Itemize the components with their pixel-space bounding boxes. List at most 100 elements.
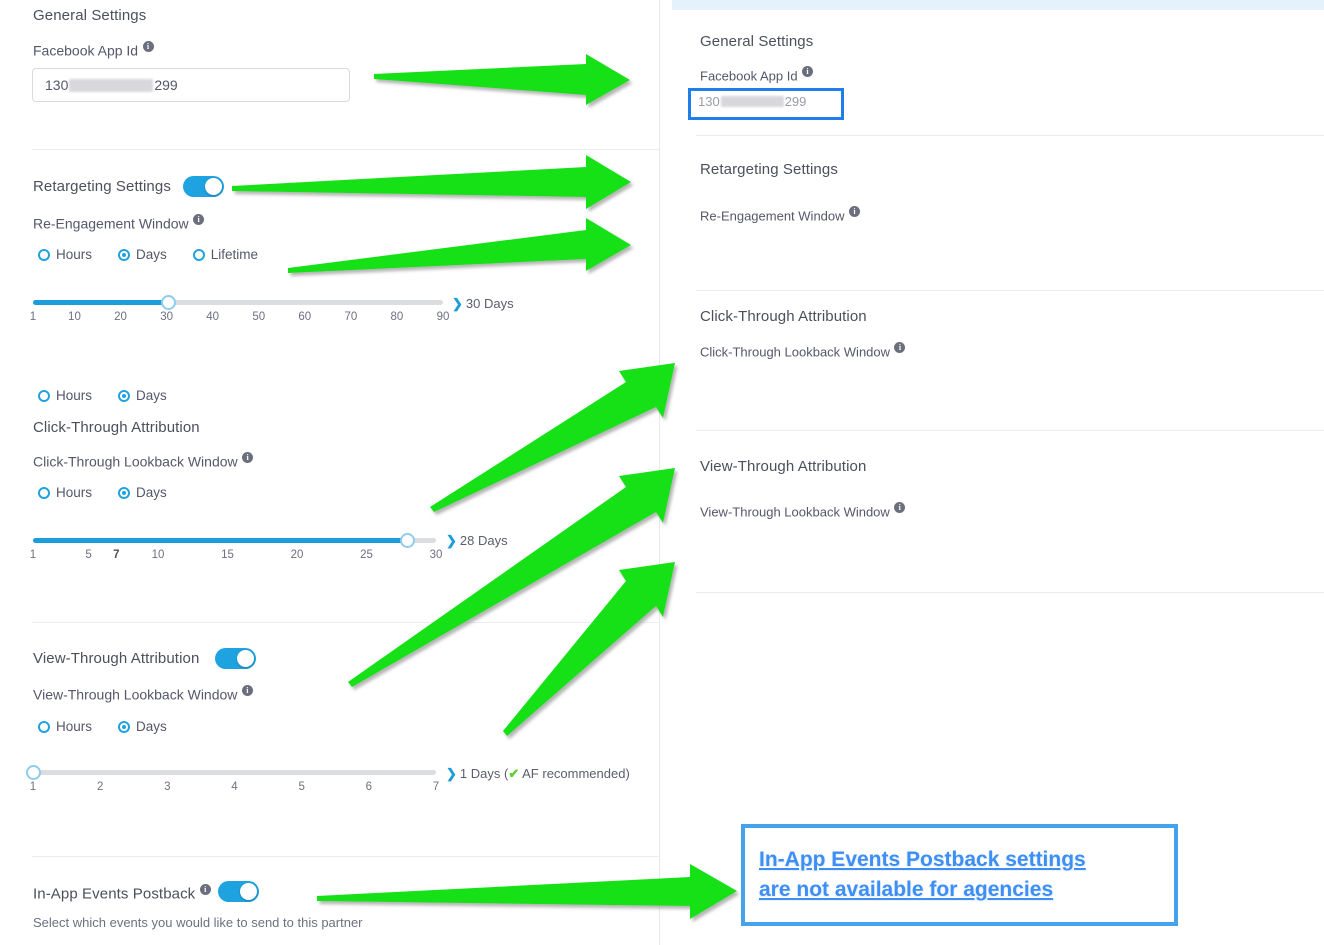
info-icon[interactable]: i: [242, 452, 254, 463]
info-icon[interactable]: i: [199, 884, 211, 895]
slider-tick-labels: 1 2 3 4 5 6 7: [30, 781, 439, 797]
slider-tick: 1: [29, 549, 37, 561]
section-divider-2: [32, 622, 659, 623]
view-through-lookback-label-group: View-Through Lookback Window i: [33, 685, 253, 704]
r-facebook-app-id-label-group: Facebook App Id i: [700, 66, 814, 85]
radio-label-hours: Hours: [56, 485, 93, 500]
facebook-app-id-value-suffix: 299: [154, 77, 178, 93]
r-click-through-lookback-label: Click-Through Lookback Window: [700, 344, 891, 360]
radio-days-icon[interactable]: [118, 248, 131, 261]
slider-tick: 80: [390, 311, 404, 323]
click-through-lookback-slider[interactable]: 1 5 7 10 15 20 25 30: [29, 533, 443, 568]
slider-tick: 20: [114, 311, 127, 323]
reengagement-window-label: Re-Engagement Window: [33, 215, 189, 232]
inapp-events-help-text: Select which events you would like to se…: [33, 915, 363, 930]
slider-tick-labels: 1 5 7 10 15 20 25 30: [29, 549, 443, 565]
check-icon: ✔: [508, 766, 520, 781]
summary-panel: General Settings Facebook App Id i 130 29…: [660, 0, 1324, 945]
radio-label-hours: Hours: [56, 388, 93, 403]
general-settings-heading: General Settings: [33, 7, 147, 24]
slider-tick: 15: [221, 549, 234, 561]
radio-label-days: Days: [136, 247, 167, 262]
slider-knob[interactable]: [25, 765, 41, 780]
radio-label-lifetime: Lifetime: [210, 247, 259, 262]
radio-hours-icon[interactable]: [38, 248, 50, 261]
inapp-events-postback-label: In-App Events Postback: [33, 885, 196, 903]
r-facebook-app-id-label: Facebook App Id: [700, 68, 798, 84]
radio-label-days: Days: [136, 388, 167, 403]
click-through-slider-value: ❯ 28 Days: [446, 533, 508, 549]
r-fb-value-suffix: 299: [784, 94, 807, 109]
radio-hours-icon[interactable]: [38, 389, 50, 402]
click-through-slider-value-text: 28 Days: [459, 533, 508, 548]
slider-tick: 50: [252, 311, 266, 323]
slider-tick: 1: [29, 311, 37, 323]
slider-knob[interactable]: [400, 533, 416, 548]
radio-days-icon[interactable]: [118, 389, 131, 402]
reengagement-unit-radio-group[interactable]: Hours Days Lifetime: [38, 247, 258, 262]
chevron-right-icon: ❯: [446, 766, 457, 781]
redaction-bar: [69, 78, 154, 92]
radio-label-hours: Hours: [56, 247, 93, 262]
r-section-divider-1: [696, 135, 1324, 136]
slider-tick: 20: [290, 549, 304, 561]
r-retargeting-settings-label: Retargeting Settings: [700, 161, 838, 178]
slider-tick: 60: [298, 311, 312, 323]
info-icon[interactable]: i: [848, 206, 860, 217]
r-facebook-app-id-value: 130 299: [698, 94, 806, 109]
slider-tick: 90: [436, 311, 450, 323]
click-through-lookback-label: Click-Through Lookback Window: [33, 453, 238, 470]
radio-hours-icon[interactable]: [38, 720, 50, 733]
click-through-lookback-label-group: Click-Through Lookback Window i: [33, 452, 254, 471]
info-icon[interactable]: i: [241, 685, 253, 696]
facebook-app-id-input[interactable]: 130 299: [32, 68, 350, 102]
radio-lifetime-icon[interactable]: [192, 248, 205, 261]
slider-tick: 40: [206, 311, 220, 323]
slider-tick: 30: [429, 549, 443, 561]
r-view-through-label-group: View-Through Lookback Window i: [700, 502, 906, 521]
view-through-lookback-slider[interactable]: 1 2 3 4 5 6 7: [25, 765, 439, 800]
view-through-unit-radio-group[interactable]: Hours Days: [38, 719, 167, 734]
view-through-attribution-toggle[interactable]: [215, 648, 256, 669]
retargeting-settings-toggle[interactable]: [183, 176, 224, 197]
r-click-through-heading: Click-Through Attribution: [700, 308, 867, 325]
view-through-slider-value: ❯ 1 Days (✔ AF recommended): [446, 766, 630, 781]
radio-days-icon[interactable]: [118, 486, 131, 499]
slider-tick: 5: [85, 549, 92, 561]
slider-tick: 30: [160, 311, 173, 323]
radio-label-days: Days: [136, 719, 167, 734]
radio-days-icon[interactable]: [118, 720, 131, 733]
panel-top-band: [672, 0, 1324, 10]
callout-box: In-App Events Postback settings are not …: [741, 824, 1178, 926]
facebook-app-id-label: Facebook App Id: [33, 42, 139, 59]
redaction-bar: [720, 96, 784, 107]
reengagement-window-slider[interactable]: 1 10 20 30 40 50 60 70 80 90: [29, 295, 449, 330]
slider-track[interactable]: [33, 770, 436, 775]
slider-knob[interactable]: [160, 295, 176, 310]
click-through-unit-radio-group[interactable]: Hours Days: [38, 485, 167, 500]
slider-tick: 4: [231, 781, 238, 793]
slider-tick: 3: [164, 781, 171, 793]
slider-tick: 10: [151, 549, 165, 561]
reengagement-slider-value: ❯ 30 Days: [452, 296, 514, 312]
r-general-settings-heading: General Settings: [700, 33, 814, 50]
slider-tick: 5: [298, 781, 305, 793]
info-icon[interactable]: i: [894, 342, 906, 353]
r-view-through-lookback-label: View-Through Lookback Window: [700, 504, 890, 520]
info-icon[interactable]: i: [142, 41, 154, 52]
view-through-slider-value-text: 1 Days: [459, 766, 501, 781]
facebook-app-id-value-prefix: 130: [45, 77, 69, 93]
info-icon[interactable]: i: [802, 66, 814, 77]
inapp-events-label-group: In-App Events Postback i: [33, 884, 211, 903]
r-section-divider-4: [696, 592, 1324, 593]
click-through-top-unit-radio-group[interactable]: Hours Days: [38, 388, 167, 403]
reengagement-slider-value-text: 30 Days: [465, 296, 514, 311]
slider-fill: [33, 300, 169, 305]
info-icon[interactable]: i: [193, 214, 205, 225]
info-icon[interactable]: i: [894, 502, 906, 513]
facebook-app-id-label-group: Facebook App Id i: [33, 41, 154, 60]
retargeting-settings-label: Retargeting Settings: [33, 178, 171, 195]
inapp-events-postback-toggle[interactable]: [218, 881, 259, 902]
radio-hours-icon[interactable]: [38, 486, 50, 499]
r-section-divider-2: [696, 290, 1324, 291]
